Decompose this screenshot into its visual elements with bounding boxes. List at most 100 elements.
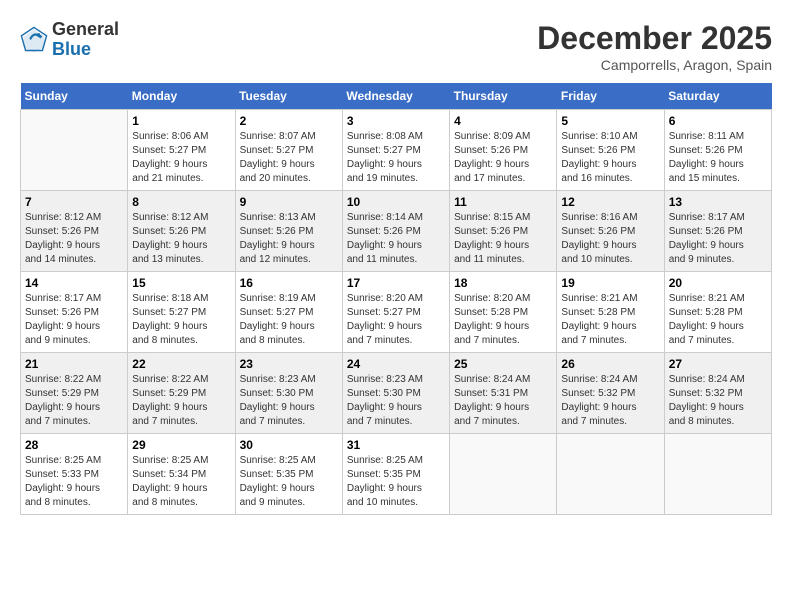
calendar-week-2: 7 Sunrise: 8:12 AM Sunset: 5:26 PM Daylig…: [21, 191, 772, 272]
day-number: 25: [454, 357, 552, 371]
calendar-cell: 16Sunrise: 8:19 AM Sunset: 5:27 PM Dayli…: [235, 272, 342, 353]
calendar-cell: [21, 110, 128, 191]
day-info: Sunrise: 8:12 AM Sunset: 5:26 PM Dayligh…: [25, 211, 123, 267]
day-number: 16: [240, 276, 338, 290]
calendar-cell: [450, 434, 557, 515]
day-info: Sunrise: 8:18 AM Sunset: 5:27 PM Dayligh…: [132, 292, 230, 348]
day-info: Sunrise: 8:24 AM Sunset: 5:32 PM Dayligh…: [561, 373, 659, 429]
calendar-cell: 8 Sunrise: 8:12 AM Sunset: 5:26 PM Daylig…: [128, 191, 235, 272]
weekday-header-wednesday: Wednesday: [342, 83, 449, 110]
page-header: General Blue December 2025 Camporrells, …: [20, 20, 772, 73]
weekday-header-tuesday: Tuesday: [235, 83, 342, 110]
calendar-cell: 26 Sunrise: 8:24 AM Sunset: 5:32 PM Dayli…: [557, 353, 664, 434]
day-number: 19: [561, 276, 659, 290]
calendar-cell: 14 Sunrise: 8:17 AM Sunset: 5:26 PM Dayli…: [21, 272, 128, 353]
day-number: 30: [240, 438, 338, 452]
day-info: Sunrise: 8:13 AM Sunset: 5:26 PM Dayligh…: [240, 211, 338, 267]
calendar-cell: 20Sunrise: 8:21 AM Sunset: 5:28 PM Dayli…: [664, 272, 771, 353]
calendar-cell: 30 Sunrise: 8:25 AM Sunset: 5:35 PM Dayli…: [235, 434, 342, 515]
calendar-cell: 9 Sunrise: 8:13 AM Sunset: 5:26 PM Daylig…: [235, 191, 342, 272]
calendar-cell: 12 Sunrise: 8:16 AM Sunset: 5:26 PM Dayli…: [557, 191, 664, 272]
calendar-cell: 15 Sunrise: 8:18 AM Sunset: 5:27 PM Dayli…: [128, 272, 235, 353]
day-info: Sunrise: 8:10 AM Sunset: 5:26 PM Dayligh…: [561, 130, 659, 186]
day-info: Sunrise: 8:25 AM Sunset: 5:33 PM Dayligh…: [25, 454, 123, 510]
calendar-cell: [664, 434, 771, 515]
day-info: Sunrise: 8:21 AM Sunset: 5:28 PM Dayligh…: [669, 292, 767, 348]
calendar-cell: 22 Sunrise: 8:22 AM Sunset: 5:29 PM Dayli…: [128, 353, 235, 434]
day-info: Sunrise: 8:25 AM Sunset: 5:34 PM Dayligh…: [132, 454, 230, 510]
calendar-cell: 7 Sunrise: 8:12 AM Sunset: 5:26 PM Daylig…: [21, 191, 128, 272]
calendar-cell: 4Sunrise: 8:09 AM Sunset: 5:26 PM Daylig…: [450, 110, 557, 191]
weekday-header-row: SundayMondayTuesdayWednesdayThursdayFrid…: [21, 83, 772, 110]
day-number: 3: [347, 114, 445, 128]
logo-text: General Blue: [52, 20, 119, 60]
calendar-cell: 24 Sunrise: 8:23 AM Sunset: 5:30 PM Dayli…: [342, 353, 449, 434]
weekday-header-friday: Friday: [557, 83, 664, 110]
calendar-cell: 11Sunrise: 8:15 AM Sunset: 5:26 PM Dayli…: [450, 191, 557, 272]
calendar-cell: 29 Sunrise: 8:25 AM Sunset: 5:34 PM Dayli…: [128, 434, 235, 515]
day-info: Sunrise: 8:14 AM Sunset: 5:26 PM Dayligh…: [347, 211, 445, 267]
calendar-week-3: 14 Sunrise: 8:17 AM Sunset: 5:26 PM Dayli…: [21, 272, 772, 353]
weekday-header-thursday: Thursday: [450, 83, 557, 110]
day-number: 1: [132, 114, 230, 128]
day-number: 14: [25, 276, 123, 290]
day-number: 21: [25, 357, 123, 371]
calendar-week-5: 28 Sunrise: 8:25 AM Sunset: 5:33 PM Dayli…: [21, 434, 772, 515]
day-info: Sunrise: 8:06 AM Sunset: 5:27 PM Dayligh…: [132, 130, 230, 186]
day-number: 13: [669, 195, 767, 209]
calendar-cell: 18Sunrise: 8:20 AM Sunset: 5:28 PM Dayli…: [450, 272, 557, 353]
logo: General Blue: [20, 20, 119, 60]
day-number: 17: [347, 276, 445, 290]
calendar-cell: 5 Sunrise: 8:10 AM Sunset: 5:26 PM Daylig…: [557, 110, 664, 191]
calendar-cell: 10Sunrise: 8:14 AM Sunset: 5:26 PM Dayli…: [342, 191, 449, 272]
day-number: 31: [347, 438, 445, 452]
calendar: SundayMondayTuesdayWednesdayThursdayFrid…: [20, 83, 772, 515]
calendar-cell: 6 Sunrise: 8:11 AM Sunset: 5:26 PM Daylig…: [664, 110, 771, 191]
calendar-cell: 19Sunrise: 8:21 AM Sunset: 5:28 PM Dayli…: [557, 272, 664, 353]
day-info: Sunrise: 8:25 AM Sunset: 5:35 PM Dayligh…: [347, 454, 445, 510]
day-number: 26: [561, 357, 659, 371]
calendar-cell: 13Sunrise: 8:17 AM Sunset: 5:26 PM Dayli…: [664, 191, 771, 272]
day-number: 28: [25, 438, 123, 452]
day-info: Sunrise: 8:22 AM Sunset: 5:29 PM Dayligh…: [132, 373, 230, 429]
calendar-week-4: 21 Sunrise: 8:22 AM Sunset: 5:29 PM Dayli…: [21, 353, 772, 434]
calendar-cell: 27 Sunrise: 8:24 AM Sunset: 5:32 PM Dayli…: [664, 353, 771, 434]
day-number: 5: [561, 114, 659, 128]
day-number: 4: [454, 114, 552, 128]
calendar-cell: 25 Sunrise: 8:24 AM Sunset: 5:31 PM Dayli…: [450, 353, 557, 434]
day-number: 27: [669, 357, 767, 371]
day-info: Sunrise: 8:24 AM Sunset: 5:31 PM Dayligh…: [454, 373, 552, 429]
calendar-cell: 1 Sunrise: 8:06 AM Sunset: 5:27 PM Daylig…: [128, 110, 235, 191]
day-number: 6: [669, 114, 767, 128]
day-number: 9: [240, 195, 338, 209]
day-number: 8: [132, 195, 230, 209]
calendar-cell: 17Sunrise: 8:20 AM Sunset: 5:27 PM Dayli…: [342, 272, 449, 353]
day-number: 22: [132, 357, 230, 371]
calendar-week-1: 1 Sunrise: 8:06 AM Sunset: 5:27 PM Daylig…: [21, 110, 772, 191]
day-info: Sunrise: 8:11 AM Sunset: 5:26 PM Dayligh…: [669, 130, 767, 186]
day-number: 23: [240, 357, 338, 371]
day-info: Sunrise: 8:12 AM Sunset: 5:26 PM Dayligh…: [132, 211, 230, 267]
day-number: 29: [132, 438, 230, 452]
location: Camporrells, Aragon, Spain: [537, 57, 772, 73]
calendar-cell: 21 Sunrise: 8:22 AM Sunset: 5:29 PM Dayli…: [21, 353, 128, 434]
day-info: Sunrise: 8:23 AM Sunset: 5:30 PM Dayligh…: [240, 373, 338, 429]
calendar-body: 1 Sunrise: 8:06 AM Sunset: 5:27 PM Daylig…: [21, 110, 772, 515]
day-number: 12: [561, 195, 659, 209]
day-number: 7: [25, 195, 123, 209]
day-info: Sunrise: 8:25 AM Sunset: 5:35 PM Dayligh…: [240, 454, 338, 510]
day-number: 24: [347, 357, 445, 371]
logo-icon: [20, 26, 48, 54]
weekday-header-monday: Monday: [128, 83, 235, 110]
day-number: 11: [454, 195, 552, 209]
day-info: Sunrise: 8:24 AM Sunset: 5:32 PM Dayligh…: [669, 373, 767, 429]
day-info: Sunrise: 8:16 AM Sunset: 5:26 PM Dayligh…: [561, 211, 659, 267]
logo-blue: Blue: [52, 39, 91, 59]
calendar-cell: 2Sunrise: 8:07 AM Sunset: 5:27 PM Daylig…: [235, 110, 342, 191]
day-number: 15: [132, 276, 230, 290]
day-info: Sunrise: 8:22 AM Sunset: 5:29 PM Dayligh…: [25, 373, 123, 429]
day-info: Sunrise: 8:23 AM Sunset: 5:30 PM Dayligh…: [347, 373, 445, 429]
calendar-cell: [557, 434, 664, 515]
weekday-header-saturday: Saturday: [664, 83, 771, 110]
day-info: Sunrise: 8:17 AM Sunset: 5:26 PM Dayligh…: [25, 292, 123, 348]
